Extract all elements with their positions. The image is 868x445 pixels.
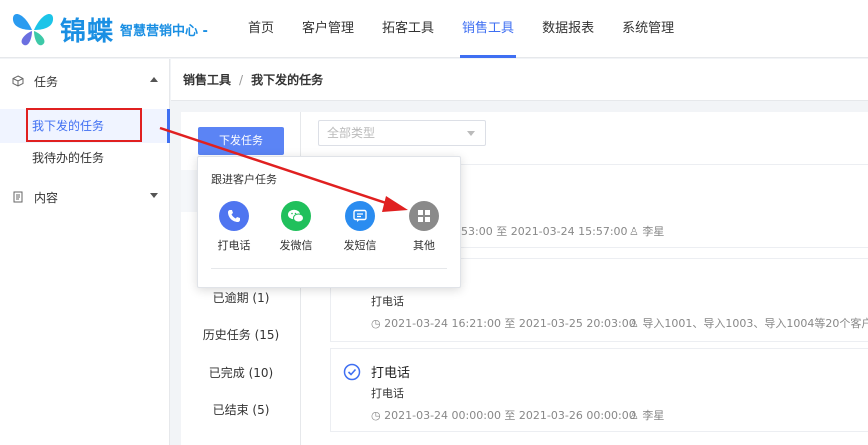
sidebar-group-label: 内容 <box>34 190 59 205</box>
chevron-down-icon <box>467 131 475 136</box>
nav-home[interactable]: 首页 <box>248 0 274 58</box>
butterfly-logo-icon <box>12 14 54 46</box>
user-icon: ♙ <box>629 409 643 422</box>
status-tab-ended[interactable]: 已结束 (5) <box>181 391 301 429</box>
option-label: 发短信 <box>343 239 377 252</box>
task-time-range: ◷ 2021-03-24 00:00:00 至 2021-03-26 00:00… <box>371 407 636 423</box>
option-other[interactable]: 其他 <box>396 201 452 261</box>
option-label: 打电话 <box>217 239 251 252</box>
task-time-range-text: 2021-03-24 16:21:00 至 2021-03-25 20:03:0… <box>384 317 636 330</box>
nav-data-reports[interactable]: 数据报表 <box>542 0 594 58</box>
breadcrumb-separator: / <box>239 73 244 87</box>
check-circle-icon <box>343 363 361 381</box>
status-tab-completed[interactable]: 已完成 (10) <box>181 354 301 392</box>
task-time-range-text: 2021-03-24 00:00:00 至 2021-03-26 00:00:0… <box>384 409 636 422</box>
sidebar-group-tasks[interactable]: 任务 <box>0 61 170 101</box>
task-assignee: ♙ 导入1001、导入1003、导入1004等20个客户 <box>629 315 868 331</box>
breadcrumb-current: 我下发的任务 <box>251 73 324 87</box>
task-assignee-text: 导入1001、导入1003、导入1004等20个客户 <box>642 317 868 330</box>
main-nav: 首页 客户管理 拓客工具 销售工具 数据报表 系统管理 <box>248 0 702 58</box>
sidebar-item-my-pending-tasks[interactable]: 我待办的任务 <box>0 141 170 175</box>
breadcrumb-parent[interactable]: 销售工具 <box>183 73 231 87</box>
task-subtitle: 打电话 <box>371 387 404 400</box>
sidebar-item-my-issued-tasks[interactable]: 我下发的任务 <box>0 109 170 143</box>
nav-sales-tools[interactable]: 销售工具 <box>460 0 517 58</box>
option-sms[interactable]: 发短信 <box>332 201 388 261</box>
popup-title: 跟进客户任务 <box>211 173 277 186</box>
task-title: 打电话 <box>371 366 411 381</box>
chevron-up-icon <box>150 77 158 82</box>
brand-subtitle: 智慧营销中心 - <box>120 23 208 39</box>
popup-divider <box>211 268 447 269</box>
task-subtitle: 打电话 <box>371 295 404 308</box>
logo[interactable]: 锦蝶 智慧营销中心 - <box>10 10 208 48</box>
message-icon <box>345 201 375 231</box>
nav-system-management[interactable]: 系统管理 <box>622 0 674 58</box>
status-tab-history[interactable]: 历史任务 (15) <box>181 316 301 354</box>
top-bar: 锦蝶 智慧营销中心 - 首页 客户管理 拓客工具 销售工具 数据报表 系统管理 <box>0 0 868 58</box>
sidebar: 任务 我下发的任务 我待办的任务 内容 <box>0 59 170 445</box>
phone-icon <box>219 201 249 231</box>
clock-icon: ◷ <box>371 409 385 422</box>
option-call[interactable]: 打电话 <box>206 201 262 261</box>
grid-icon <box>409 201 439 231</box>
option-wechat[interactable]: 发微信 <box>268 201 324 261</box>
option-label: 其他 <box>413 239 435 252</box>
option-label: 发微信 <box>279 239 313 252</box>
sidebar-group-label: 任务 <box>34 74 59 89</box>
user-icon: ♙ <box>629 225 643 238</box>
document-icon <box>13 191 23 203</box>
clock-icon: ◷ <box>371 317 385 330</box>
task-type-select[interactable]: 全部类型 <box>318 120 486 146</box>
user-icon: ♙ <box>629 317 643 330</box>
task-time-range: 53:00 至 2021-03-24 15:57:00 <box>461 223 628 239</box>
task-type-popup: 跟进客户任务 打电话 发微信 发短信 其他 <box>197 156 461 288</box>
issue-task-button[interactable]: 下发任务 <box>198 127 284 155</box>
task-assignee-text: 李星 <box>642 225 665 238</box>
wechat-icon <box>281 201 311 231</box>
sidebar-group-content[interactable]: 内容 <box>0 177 170 217</box>
task-assignee: ♙ 李星 <box>629 407 664 423</box>
brand-name: 锦蝶 <box>60 16 115 47</box>
task-assignee-text: 李星 <box>642 409 665 422</box>
task-assignee: ♙ 李星 <box>629 223 664 239</box>
breadcrumb: 销售工具 / 我下发的任务 <box>171 59 868 101</box>
nav-customer-management[interactable]: 客户管理 <box>302 0 354 58</box>
cube-icon <box>12 75 24 87</box>
nav-prospecting-tools[interactable]: 拓客工具 <box>382 0 434 58</box>
chevron-down-icon <box>150 193 158 198</box>
task-card[interactable]: 打电话 打电话 ◷ 2021-03-24 00:00:00 至 2021-03-… <box>330 348 868 432</box>
task-time-range: ◷ 2021-03-24 16:21:00 至 2021-03-25 20:03… <box>371 315 636 331</box>
task-time-range-text: 53:00 至 2021-03-24 15:57:00 <box>461 225 628 238</box>
task-type-select-value: 全部类型 <box>327 126 376 140</box>
